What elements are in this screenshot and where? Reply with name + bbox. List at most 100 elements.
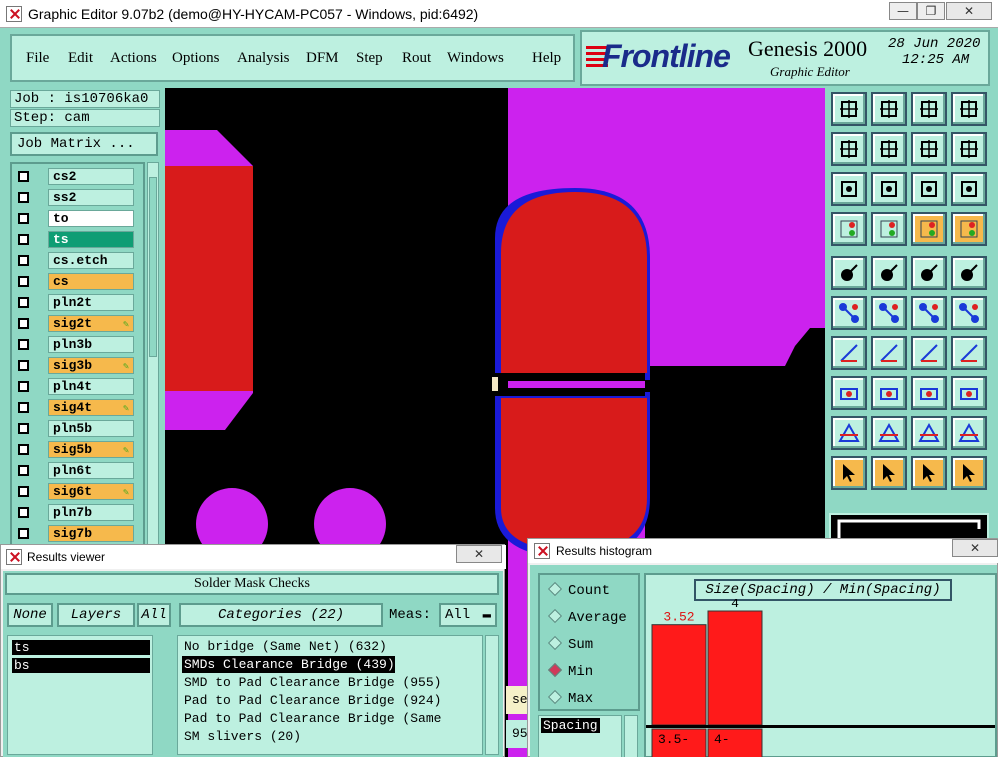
add-point-tool[interactable] <box>951 296 987 330</box>
layer-row[interactable]: pln3b <box>14 336 143 353</box>
layer-checkbox[interactable] <box>18 297 29 308</box>
mirror-tool[interactable] <box>951 336 987 370</box>
layer-row[interactable]: to <box>14 210 143 227</box>
menu-file[interactable]: File <box>26 50 49 67</box>
stat-option-min[interactable]: Min <box>547 662 593 682</box>
arch-b-tool[interactable] <box>951 416 987 450</box>
category-item[interactable]: Pad to Pad Clearance Bridge (924) <box>182 692 441 709</box>
layer-row[interactable]: cs2 <box>14 168 143 185</box>
arch-a-tool[interactable] <box>911 416 947 450</box>
layer-checkbox[interactable] <box>18 444 29 455</box>
histogram-close-button[interactable]: ✕ <box>952 539 998 557</box>
align-tool[interactable] <box>911 376 947 410</box>
layer-checkbox[interactable] <box>18 507 29 518</box>
layer-list-scrollbar[interactable] <box>147 162 159 548</box>
menu-step[interactable]: Step <box>356 50 383 67</box>
layer-row[interactable]: pln2t <box>14 294 143 311</box>
menu-rout[interactable]: Rout <box>402 50 431 67</box>
layer-row[interactable]: sig4t ✎ <box>14 399 143 416</box>
layer-name[interactable]: sig2t ✎ <box>48 315 134 332</box>
category-item[interactable]: No bridge (Same Net) (632) <box>182 638 387 655</box>
layer-name[interactable]: sig7b <box>48 525 134 542</box>
menu-actions[interactable]: Actions <box>110 50 157 67</box>
settings-tool[interactable] <box>831 212 867 246</box>
layer-name[interactable]: ss2 <box>48 189 134 206</box>
layer-checkbox[interactable] <box>18 171 29 182</box>
move-down-tool[interactable] <box>871 92 907 126</box>
layer-row[interactable]: ts <box>14 231 143 248</box>
layer-row[interactable]: sig7b <box>14 525 143 542</box>
category-item[interactable]: Pad to Pad Clearance Bridge (Same <box>182 710 441 727</box>
delete-tool[interactable] <box>871 296 907 330</box>
layer-name[interactable]: pln2t <box>48 294 134 311</box>
results-layer-item[interactable]: ts <box>12 640 150 655</box>
scrollbar-thumb[interactable] <box>149 177 157 357</box>
triangle-a-tool[interactable] <box>871 416 907 450</box>
category-list-scrollbar[interactable] <box>485 635 499 755</box>
category-item[interactable]: SMD to Pad Clearance Bridge (955) <box>182 674 441 691</box>
results-layer-item[interactable]: bs <box>12 658 150 673</box>
layer-name[interactable]: sig4t ✎ <box>48 399 134 416</box>
meas-dropdown[interactable]: All ▬ <box>439 603 497 627</box>
scale-1-1-tool[interactable] <box>911 172 947 206</box>
category-item[interactable]: SMDs Clearance Bridge (439) <box>182 656 395 673</box>
select-box-tool[interactable] <box>871 456 907 490</box>
close-button[interactable]: ✕ <box>946 2 992 20</box>
layer-name[interactable]: pln4t <box>48 378 134 395</box>
pointer-tool[interactable] <box>831 456 867 490</box>
route-tool[interactable] <box>951 456 987 490</box>
layer-row[interactable]: sig2t ✎ <box>14 315 143 332</box>
layer-checkbox[interactable] <box>18 213 29 224</box>
histogram-bar[interactable] <box>651 624 707 726</box>
home-tool[interactable] <box>911 92 947 126</box>
layer-name[interactable]: pln3b <box>48 336 134 353</box>
restore-button[interactable]: ❐ <box>917 2 945 20</box>
menu-options[interactable]: Options <box>172 50 220 67</box>
layer-name[interactable]: pln5b <box>48 420 134 437</box>
stat-option-max[interactable]: Max <box>547 689 593 709</box>
layer-checkbox[interactable] <box>18 423 29 434</box>
snap-layer-tool[interactable] <box>951 212 987 246</box>
layer-name[interactable]: ts <box>48 231 134 248</box>
zoom-window-tool[interactable] <box>951 92 987 126</box>
help-tool[interactable] <box>951 172 987 206</box>
layer-row[interactable]: sig3b ✎ <box>14 357 143 374</box>
arc-tool[interactable] <box>831 416 867 450</box>
none-button[interactable]: None <box>7 603 53 627</box>
layer-name[interactable]: sig3b ✎ <box>48 357 134 374</box>
layer-name[interactable]: pln6t <box>48 462 134 479</box>
measurement-list-scrollbar[interactable] <box>624 715 638 757</box>
snap-net-tool[interactable] <box>911 212 947 246</box>
layer-checkbox[interactable] <box>18 339 29 350</box>
move-right-tool[interactable] <box>871 132 907 166</box>
stat-option-average[interactable]: Average <box>547 608 627 628</box>
select-poly-tool[interactable] <box>911 456 947 490</box>
menu-help[interactable]: Help <box>532 50 561 67</box>
histogram-bar[interactable] <box>707 610 763 726</box>
layer-checkbox[interactable] <box>18 486 29 497</box>
stat-option-sum[interactable]: Sum <box>547 635 593 655</box>
layer-row[interactable]: pln6t <box>14 462 143 479</box>
layer-name[interactable]: sig6t ✎ <box>48 483 134 500</box>
layers-button[interactable]: Layers <box>57 603 135 627</box>
move-up-tool[interactable] <box>831 92 867 126</box>
categories-button[interactable]: Categories (22) <box>179 603 383 627</box>
line-tool[interactable] <box>871 376 907 410</box>
connect-tool[interactable] <box>831 296 867 330</box>
group-tool[interactable] <box>951 376 987 410</box>
layer-checkbox[interactable] <box>18 276 29 287</box>
layer-checkbox[interactable] <box>18 360 29 371</box>
job-matrix-button[interactable]: Job Matrix ... <box>10 132 158 156</box>
undo-view-tool[interactable] <box>911 132 947 166</box>
layer-checkbox[interactable] <box>18 465 29 476</box>
add-feature-tool[interactable] <box>831 256 867 290</box>
layer-name[interactable]: to <box>48 210 134 227</box>
layer-checkbox[interactable] <box>18 192 29 203</box>
layer-row[interactable]: ss2 <box>14 189 143 206</box>
zoom-center-tool[interactable] <box>871 172 907 206</box>
all-button[interactable]: All <box>137 603 171 627</box>
cut-tool[interactable] <box>871 336 907 370</box>
results-viewer-close-button[interactable]: ✕ <box>456 545 502 563</box>
layer-checkbox[interactable] <box>18 381 29 392</box>
menu-analysis[interactable]: Analysis <box>237 50 290 67</box>
